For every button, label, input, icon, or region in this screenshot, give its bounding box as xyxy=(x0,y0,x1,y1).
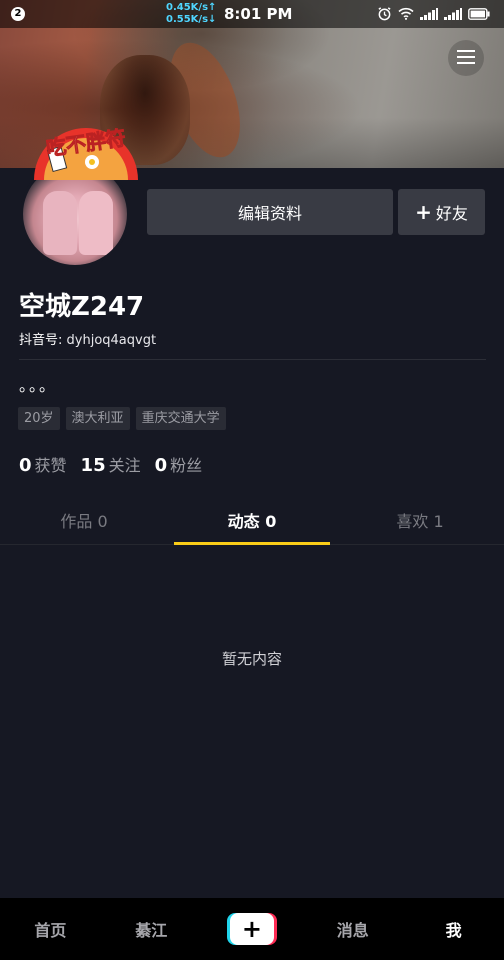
douyin-id-value: dyhjoq4aqvgt xyxy=(66,333,157,348)
add-friend-button[interactable]: + 好友 xyxy=(398,189,485,235)
profile-stats: 0 获赞 15 关注 0 粉丝 xyxy=(19,452,202,476)
divider xyxy=(19,359,486,360)
avatar-figure xyxy=(43,191,77,255)
avatar-container[interactable]: 吃不胖符 xyxy=(20,125,138,268)
stat-following-label: 关注 xyxy=(108,456,141,475)
stat-followers[interactable]: 0 粉丝 xyxy=(155,452,203,476)
wifi-icon xyxy=(398,7,414,20)
tab-likes[interactable]: 喜欢 1 xyxy=(336,502,504,544)
plus-icon: + xyxy=(229,913,274,945)
alarm-icon xyxy=(377,6,392,21)
status-time: 8:01 PM xyxy=(224,5,293,23)
stat-likes-label: 获赞 xyxy=(34,456,67,475)
battery-icon xyxy=(468,7,490,20)
avatar-sticker-icon: 吃不胖符 xyxy=(34,125,138,180)
stat-followers-label: 粉丝 xyxy=(170,456,203,475)
notification-badge: 2 xyxy=(11,7,25,21)
signal-icon xyxy=(420,7,438,20)
add-friend-label: 好友 xyxy=(435,204,468,223)
douyin-id: 抖音号: dyhjoq4aqvgt xyxy=(19,329,156,348)
signal-icon-2 xyxy=(444,7,462,20)
nav-home[interactable]: 首页 xyxy=(0,917,101,941)
profile-tags: 20岁 澳大利亚 重庆交通大学 xyxy=(18,407,226,430)
stat-following-value: 15 xyxy=(80,455,106,476)
profile-name: 空城Z247 xyxy=(19,292,145,322)
create-button[interactable]: + xyxy=(226,913,277,945)
empty-state: 暂无内容 xyxy=(221,650,282,668)
menu-icon xyxy=(457,49,475,68)
stat-followers-value: 0 xyxy=(154,455,168,476)
nav-city[interactable]: 綦江 xyxy=(101,917,202,941)
download-speed: 0.55K/s↓ xyxy=(166,14,217,25)
status-bar: 2 0.45K/s↑ 0.55K/s↓ 8:01 PM xyxy=(0,0,504,28)
douyin-id-label: 抖音号: xyxy=(19,333,63,348)
status-icons xyxy=(377,6,490,21)
tag-location: 澳大利亚 xyxy=(65,407,130,430)
nav-create[interactable]: + xyxy=(202,913,303,945)
edit-profile-button[interactable]: 编辑资料 xyxy=(147,189,393,235)
stat-likes-value: 0 xyxy=(19,455,32,476)
tab-works[interactable]: 作品 0 xyxy=(0,502,168,544)
tab-activity[interactable]: 动态 0 xyxy=(168,502,336,545)
network-speed: 0.45K/s↑ 0.55K/s↓ xyxy=(166,2,216,26)
content-tabs: 作品 0 动态 0 喜欢 1 xyxy=(0,502,504,545)
tag-school: 重庆交通大学 xyxy=(135,407,226,430)
avatar-figure xyxy=(79,191,113,255)
profile-bio[interactable]: 。。。 xyxy=(19,372,57,396)
stat-likes[interactable]: 0 获赞 xyxy=(19,452,67,476)
nav-me[interactable]: 我 xyxy=(403,917,504,941)
tag-age: 20岁 xyxy=(18,407,60,430)
upload-speed: 0.45K/s↑ xyxy=(166,2,217,13)
stat-following[interactable]: 15 关注 xyxy=(81,452,141,476)
bottom-nav: 首页 綦江 + 消息 我 xyxy=(0,898,504,960)
menu-button[interactable] xyxy=(448,40,484,76)
nav-messages[interactable]: 消息 xyxy=(302,917,403,941)
plus-icon: + xyxy=(415,200,432,224)
